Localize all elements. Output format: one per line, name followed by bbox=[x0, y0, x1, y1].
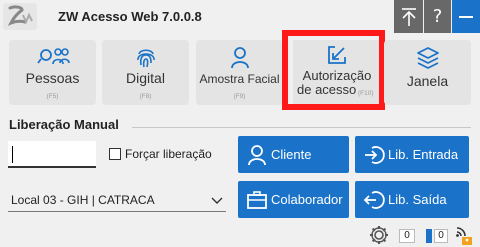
pin-icon bbox=[401, 7, 416, 26]
location-select[interactable]: Local 03 - GIH | CATRACA bbox=[8, 190, 226, 212]
pin-button[interactable] bbox=[394, 0, 423, 33]
text-caret bbox=[12, 146, 13, 163]
tile-janela[interactable]: Janela bbox=[384, 40, 471, 105]
device-icon bbox=[426, 229, 432, 243]
app-logo bbox=[3, 3, 37, 30]
lib-saida-button-label: Lib. Saída bbox=[388, 192, 447, 207]
tile-pessoas[interactable]: Pessoas (F5) bbox=[9, 40, 96, 105]
people-icon bbox=[36, 48, 70, 65]
minimize-button[interactable] bbox=[452, 0, 480, 33]
tile-label: Amostra Facial bbox=[199, 72, 280, 86]
gear-icon[interactable] bbox=[368, 224, 390, 246]
tile-label: Pessoas bbox=[25, 70, 80, 86]
tile-label: Digital bbox=[126, 70, 165, 86]
person-icon bbox=[248, 145, 266, 166]
lib-entrada-button-label: Lib. Entrada bbox=[388, 147, 459, 162]
highlight-box bbox=[282, 30, 385, 110]
location-selected-value: Local 03 - GIH | CATRACA bbox=[11, 193, 155, 207]
cliente-button[interactable]: Cliente bbox=[238, 136, 349, 173]
section-title: Liberação Manual bbox=[9, 117, 119, 132]
count-badge: 0 bbox=[399, 229, 415, 243]
app-title: ZW Acesso Web 7.0.0.8 bbox=[58, 9, 202, 24]
tile-shortcut: (F9) bbox=[233, 93, 246, 100]
title-bar: ZW Acesso Web 7.0.0.8 ? bbox=[0, 0, 480, 33]
lib-entrada-button[interactable]: Lib. Entrada bbox=[355, 136, 469, 173]
lib-saida-button[interactable]: Lib. Saída bbox=[355, 181, 469, 218]
tile-label: Janela bbox=[406, 73, 449, 89]
briefcase-icon bbox=[247, 191, 267, 209]
count-badge: 0 bbox=[434, 229, 448, 243]
force-release-checkbox[interactable] bbox=[109, 148, 121, 160]
minimize-icon bbox=[459, 15, 473, 18]
help-button[interactable]: ? bbox=[424, 0, 451, 33]
person-icon bbox=[230, 47, 249, 69]
chevron-down-icon bbox=[211, 197, 223, 204]
colaborador-button[interactable]: Colaborador bbox=[238, 181, 349, 218]
sign-in-icon bbox=[365, 146, 385, 164]
cliente-button-label: Cliente bbox=[271, 147, 312, 162]
layers-icon bbox=[416, 47, 439, 69]
colaborador-button-label: Colaborador bbox=[271, 192, 343, 207]
tile-shortcut: (F5) bbox=[46, 93, 59, 100]
fingerprint-icon bbox=[136, 49, 155, 68]
force-release-label[interactable]: Forçar liberação bbox=[125, 147, 212, 161]
tile-amostra-facial[interactable]: Amostra Facial (F9) bbox=[196, 40, 283, 105]
section-divider bbox=[132, 127, 471, 128]
sign-out-icon bbox=[363, 191, 385, 209]
rss-icon bbox=[455, 224, 472, 245]
tile-digital[interactable]: Digital (F8) bbox=[102, 40, 189, 105]
id-input[interactable] bbox=[8, 141, 96, 168]
tile-shortcut: (F8) bbox=[139, 93, 152, 100]
